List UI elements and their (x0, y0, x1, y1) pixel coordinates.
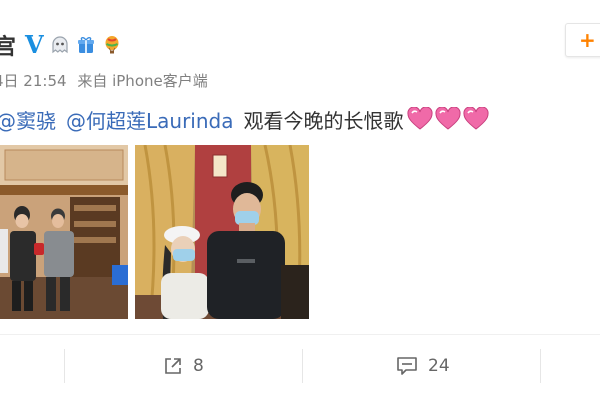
post-photo-1[interactable] (0, 145, 128, 319)
photo-1-image (0, 145, 128, 319)
post-text: 观看今晚的长恨歌 (243, 108, 404, 133)
vip-badge-icon[interactable]: V (25, 33, 44, 57)
author-name[interactable]: 宫 (0, 29, 17, 61)
author-row: 宫 V (0, 28, 122, 62)
share-icon (165, 358, 181, 374)
gift-badge-icon[interactable] (76, 35, 96, 55)
post-photo-2[interactable] (135, 145, 309, 319)
photo-2-image (135, 145, 309, 319)
heart-emoji-icon (435, 107, 461, 130)
heart-emoji-icon (407, 107, 433, 130)
post-time[interactable]: 4日 21:54 (0, 72, 67, 90)
post-content: @窦骁 @何超莲Laurinda 观看今晚的长恨歌 (0, 104, 491, 134)
comment-count: 24 (428, 356, 450, 376)
comment-button[interactable]: 24 (396, 353, 450, 379)
repost-count: 8 (193, 356, 204, 376)
comment-icon (397, 357, 417, 375)
mention-link[interactable]: @窦骁 (0, 105, 56, 134)
follow-button-label: + (579, 28, 596, 52)
action-divider (540, 349, 541, 383)
action-divider (64, 349, 65, 383)
repost-button[interactable]: 8 (163, 353, 204, 379)
post-source[interactable]: 来自 iPhone客户端 (77, 72, 207, 90)
post-action-bar: 8 24 (0, 334, 600, 395)
weibo-post-card: 宫 V + 4日 21:54 来自 iPhone客户端 @窦骁 @何超莲Laur… (0, 0, 600, 394)
mention-link[interactable]: @何超莲Laurinda (66, 105, 233, 134)
action-divider (302, 349, 303, 383)
follow-button[interactable]: + (565, 23, 600, 57)
heart-emoji-icon (463, 107, 489, 130)
ghost-badge-icon[interactable] (50, 35, 70, 55)
emoji-group (407, 107, 491, 131)
balloon-badge-icon[interactable] (102, 35, 122, 55)
post-meta: 4日 21:54 来自 iPhone客户端 (0, 70, 208, 94)
